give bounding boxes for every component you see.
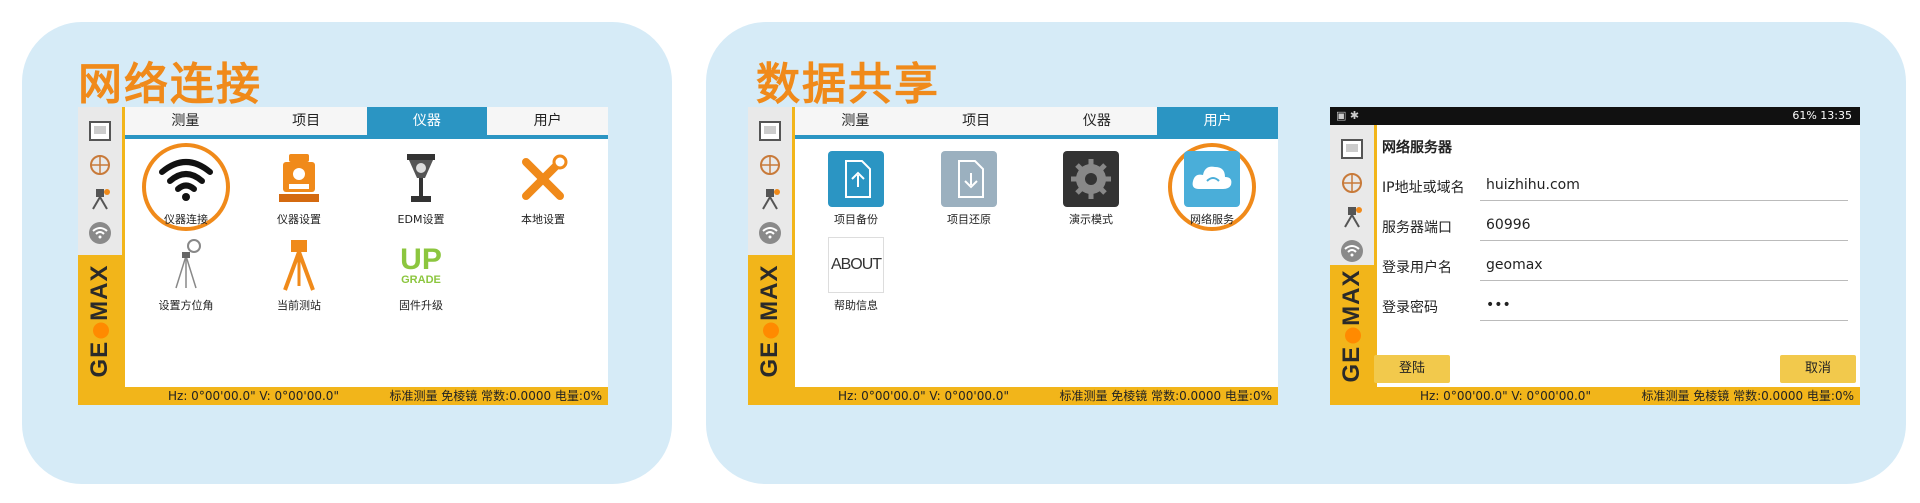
login-button[interactable]: 登陆 [1374, 355, 1450, 383]
wifi-side-icon[interactable] [1337, 237, 1367, 265]
status-bar: Hz: 0°00'00.0" V: 0°00'00.0" 标准测量 免棱镜 常数… [78, 387, 608, 405]
target-icon[interactable] [1337, 169, 1367, 197]
angle-readout: Hz: 0°00'00.0" V: 0°00'00.0" [1420, 389, 1591, 403]
tab-instrument[interactable]: 仪器 [366, 107, 488, 135]
cancel-button[interactable]: 取消 [1780, 355, 1856, 383]
tripod-side-icon[interactable] [85, 185, 115, 213]
port-input[interactable]: 60996 [1480, 211, 1848, 241]
tile-set-azimuth[interactable]: 设置方位角 [141, 231, 231, 313]
3d-icon[interactable] [1337, 135, 1367, 163]
status-bar: Hz: 0°00'00.0" V: 0°00'00.0" 标准测量 免棱镜 常数… [1330, 387, 1860, 405]
sidebar: GEMAX [1330, 125, 1374, 405]
tripod-side-icon[interactable] [1337, 203, 1367, 231]
wifi-side-icon[interactable] [85, 219, 115, 247]
username-input[interactable]: geomax [1480, 251, 1848, 281]
username-field-row: 登录用户名 geomax [1382, 251, 1848, 283]
measure-info: 标准测量 免棱镜 常数:0.0000 电量:0% [1641, 389, 1854, 403]
3d-icon[interactable] [755, 117, 785, 145]
ip-input[interactable]: huizhihu.com [1480, 171, 1848, 201]
instrument-screen: GEMAX 测量 项目 仪器 用户 仪器连接 仪器设置 EDM设置 本地设置 设… [78, 107, 608, 405]
tile-project-restore[interactable]: 项目还原 [924, 145, 1014, 227]
about-icon: ABOUT [828, 237, 884, 293]
tile-local-settings[interactable]: 本地设置 [498, 145, 588, 227]
cloud-icon [1184, 151, 1240, 207]
tab-user[interactable]: 用户 [487, 107, 608, 135]
tab-instrument[interactable]: 仪器 [1036, 107, 1158, 135]
tile-demo-mode[interactable]: 演示模式 [1046, 145, 1136, 227]
ip-field-row: IP地址或域名 huizhihu.com [1382, 171, 1848, 203]
tab-measure[interactable]: 测量 [125, 107, 246, 135]
sidebar: GEMAX [78, 107, 122, 405]
network-connection-panel: 网络连接 GEMAX 测量 项目 仪器 用户 仪器连接 仪器设置 EDM设置 本… [22, 22, 672, 484]
panel-title: 网络连接 [78, 59, 262, 110]
password-input[interactable]: ••• [1480, 291, 1848, 321]
angle-readout: Hz: 0°00'00.0" V: 0°00'00.0" [168, 389, 339, 403]
tile-current-station[interactable]: 当前测站 [254, 231, 344, 313]
target-icon[interactable] [85, 151, 115, 179]
sidebar: GEMAX [748, 107, 792, 405]
geomax-logo: GEMAX [748, 255, 792, 387]
tile-help-info[interactable]: ABOUT 帮助信息 [811, 231, 901, 313]
measure-info: 标准测量 免棱镜 常数:0.0000 电量:0% [1059, 389, 1272, 403]
geomax-logo: GEMAX [78, 255, 122, 387]
wifi-side-icon[interactable] [755, 219, 785, 247]
password-field-row: 登录密码 ••• [1382, 291, 1848, 323]
backup-icon [828, 151, 884, 207]
prism-icon [393, 151, 449, 207]
tile-network-service[interactable]: 网络服务 [1167, 145, 1257, 227]
panel-title: 数据共享 [756, 59, 940, 110]
tab-project[interactable]: 项目 [245, 107, 367, 135]
angle-readout: Hz: 0°00'00.0" V: 0°00'00.0" [838, 389, 1009, 403]
tab-bar: 测量 项目 仪器 用户 [795, 107, 1278, 139]
tab-bar: 测量 项目 仪器 用户 [125, 107, 608, 139]
geomax-logo: GEMAX [1330, 265, 1374, 387]
tile-project-backup[interactable]: 项目备份 [811, 145, 901, 227]
tile-instrument-connect[interactable]: 仪器连接 [141, 145, 231, 227]
target-icon[interactable] [755, 151, 785, 179]
user-screen: GEMAX 测量 项目 仪器 用户 项目备份 项目还原 演示模式 网络服务 AB… [748, 107, 1278, 405]
tile-firmware-upgrade[interactable]: UP GRADE 固件升级 [376, 231, 466, 313]
tab-user[interactable]: 用户 [1157, 107, 1278, 135]
tile-edm-settings[interactable]: EDM设置 [376, 145, 466, 227]
gear-icon [1063, 151, 1119, 207]
total-station-icon [271, 151, 327, 207]
measure-info: 标准测量 免棱镜 常数:0.0000 电量:0% [389, 389, 602, 403]
tab-project[interactable]: 项目 [915, 107, 1037, 135]
status-bar: Hz: 0°00'00.0" V: 0°00'00.0" 标准测量 免棱镜 常数… [748, 387, 1278, 405]
network-server-screen: ▣ ✱ 61% 13:35 GEMAX 网络服务器 IP地址或域名 huizhi… [1330, 107, 1860, 405]
tools-icon [515, 151, 571, 207]
restore-icon [941, 151, 997, 207]
tripod-side-icon[interactable] [755, 185, 785, 213]
battery-time: 61% 13:35 [1792, 109, 1852, 122]
tripod-icon [271, 237, 327, 293]
upgrade-icon: UP GRADE [400, 242, 442, 286]
3d-icon[interactable] [85, 117, 115, 145]
notification-icons: ▣ ✱ [1336, 109, 1360, 122]
tab-measure[interactable]: 测量 [795, 107, 916, 135]
android-statusbar: ▣ ✱ 61% 13:35 [1330, 107, 1860, 125]
data-sharing-panel: 数据共享 GEMAX 测量 项目 仪器 用户 项目备份 项目还原 演示模式 网络… [706, 22, 1906, 484]
azimuth-icon [158, 237, 214, 293]
tile-instrument-settings[interactable]: 仪器设置 [254, 145, 344, 227]
wifi-icon [158, 151, 214, 207]
port-field-row: 服务器端口 60996 [1382, 211, 1848, 243]
dialog-title: 网络服务器 [1382, 140, 1452, 156]
